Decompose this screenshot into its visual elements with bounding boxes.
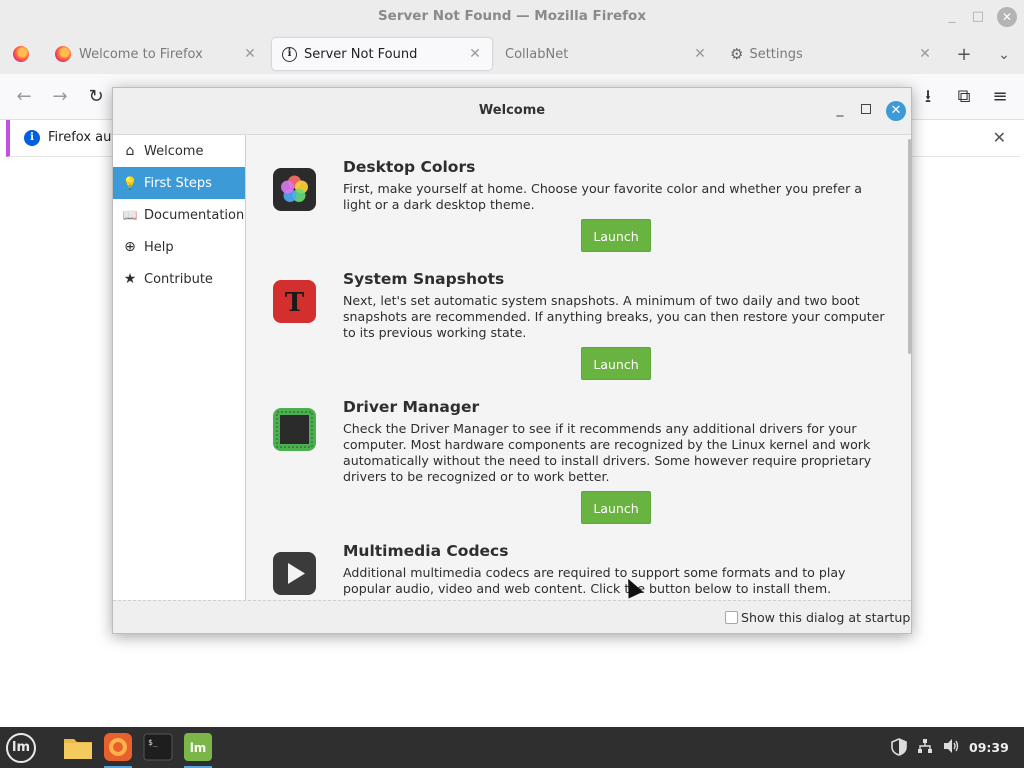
content-scrollbar[interactable] <box>908 139 911 354</box>
tab-close-icon[interactable]: ✕ <box>918 46 932 62</box>
sidebar-item-label: Welcome <box>144 143 204 159</box>
sidebar-item-label: First Steps <box>144 175 212 191</box>
section-system-snapshots: T System Snapshots Next, let's set autom… <box>247 263 897 393</box>
files-launcher[interactable] <box>60 730 96 765</box>
tab-label: Server Not Found <box>304 46 418 62</box>
sidebar-item-help[interactable]: ⊕ Help <box>113 231 245 263</box>
sidebar-item-welcome[interactable]: ⌂ Welcome <box>113 135 245 167</box>
section-multimedia-codecs: Multimedia Codecs Additional multimedia … <box>247 535 897 600</box>
timeshift-icon: T <box>273 280 316 323</box>
book-icon: 📖 <box>122 208 138 222</box>
extensions-button[interactable]: ⧉ <box>952 85 976 109</box>
firefox-icon <box>104 733 132 761</box>
dialog-close-button[interactable]: ✕ <box>886 101 906 121</box>
dialog-minimize-button[interactable]: _ <box>833 101 847 121</box>
back-button[interactable]: ← <box>12 85 36 109</box>
terminal-launcher[interactable]: $_ <box>140 730 176 765</box>
dialog-maximize-button[interactable] <box>861 104 871 114</box>
tab-label: Welcome to Firefox <box>79 46 203 62</box>
tab-welcome-to-firefox[interactable]: Welcome to Firefox ✕ <box>45 38 267 70</box>
taskbar: lm $_ lm 09:39 <box>0 727 1024 768</box>
star-icon: ★ <box>123 271 137 287</box>
tab-strip: Welcome to Firefox ✕ i Server Not Found … <box>0 34 1024 74</box>
firefox-icon <box>55 46 71 62</box>
driver-manager-icon <box>273 408 316 451</box>
info-icon: i <box>24 130 40 146</box>
welcome-dialog: Welcome _ ✕ ⌂ Welcome 💡 First Steps 📖 Do… <box>112 87 912 634</box>
mint-menu-button[interactable]: lm <box>6 733 36 763</box>
downloads-button[interactable]: ⭳ <box>916 85 940 109</box>
lifebuoy-icon: ⊕ <box>124 239 136 255</box>
svg-text:T: T <box>285 288 305 318</box>
home-icon: ⌂ <box>125 143 135 159</box>
mint-welcome-icon: lm <box>184 733 212 761</box>
section-description: Additional multimedia codecs are require… <box>343 565 846 596</box>
show-at-startup-checkbox[interactable] <box>725 611 738 624</box>
gear-icon: ⚙ <box>730 45 744 63</box>
new-tab-button[interactable]: + <box>952 43 976 67</box>
welcome-launcher[interactable]: lm <box>180 730 216 768</box>
reload-button[interactable]: ↻ <box>84 85 108 109</box>
sidebar-item-first-steps[interactable]: 💡 First Steps <box>113 167 245 199</box>
volume-icon[interactable] <box>943 738 961 758</box>
section-driver-manager: Driver Manager Check the Driver Manager … <box>247 391 897 537</box>
firefox-titlebar: Server Not Found — Mozilla Firefox _ □ ✕ <box>0 0 1024 34</box>
desktop-colors-launch-button[interactable]: Launch <box>581 219 651 252</box>
dialog-title: Welcome <box>478 103 546 118</box>
driver-manager-launch-button[interactable]: Launch <box>581 491 651 524</box>
section-desktop-colors: Desktop Colors First, make yourself at h… <box>247 135 897 265</box>
section-description: Next, let's set automatic system snapsho… <box>343 293 885 340</box>
list-all-tabs-button[interactable]: ⌄ <box>992 43 1016 67</box>
tab-label: CollabNet <box>505 46 569 62</box>
clock[interactable]: 09:39 <box>969 740 1009 755</box>
notification-close-button[interactable]: ✕ <box>993 128 1006 147</box>
sidebar-item-label: Contribute <box>144 271 213 287</box>
tab-close-icon[interactable]: ✕ <box>468 46 482 62</box>
section-description: First, make yourself at home. Choose you… <box>343 181 862 212</box>
play-icon <box>273 552 316 595</box>
sidebar-item-contribute[interactable]: ★ Contribute <box>113 263 245 295</box>
firefox-launcher[interactable] <box>100 730 136 768</box>
show-at-startup-label[interactable]: Show this dialog at startup <box>741 610 910 625</box>
section-title: System Snapshots <box>343 270 505 288</box>
window-minimize-button[interactable]: _ <box>942 7 962 27</box>
tab-server-not-found[interactable]: i Server Not Found ✕ <box>272 38 492 70</box>
dialog-sidebar: ⌂ Welcome 💡 First Steps 📖 Documentation … <box>113 134 246 600</box>
system-snapshots-launch-button[interactable]: Launch <box>581 347 651 380</box>
svg-text:lm: lm <box>190 741 207 755</box>
tab-settings[interactable]: ⚙ Settings ✕ <box>720 38 942 70</box>
app-menu-button[interactable]: ≡ <box>988 85 1012 109</box>
section-title: Driver Manager <box>343 398 480 416</box>
section-description: Check the Driver Manager to see if it re… <box>343 421 872 484</box>
section-title: Desktop Colors <box>343 158 476 176</box>
svg-text:$_: $_ <box>148 738 158 747</box>
sidebar-item-documentation[interactable]: 📖 Documentation <box>113 199 245 231</box>
section-title: Multimedia Codecs <box>343 542 509 560</box>
window-close-button[interactable]: ✕ <box>997 7 1017 27</box>
lightbulb-icon: 💡 <box>122 176 138 190</box>
window-maximize-button[interactable]: □ <box>968 7 988 27</box>
first-steps-content: Desktop Colors First, make yourself at h… <box>247 134 911 600</box>
tab-label: Settings <box>749 46 803 62</box>
forward-button[interactable]: → <box>48 85 72 109</box>
info-icon: i <box>282 46 297 62</box>
terminal-icon: $_ <box>143 733 173 761</box>
firefox-icon <box>13 46 29 62</box>
window-title: Server Not Found — Mozilla Firefox <box>377 8 647 24</box>
tab-collabnet[interactable]: CollabNet ✕ <box>495 38 717 70</box>
folder-icon <box>64 739 92 759</box>
tab-close-icon[interactable]: ✕ <box>243 46 257 62</box>
tab-close-icon[interactable]: ✕ <box>693 46 707 62</box>
dialog-header: Welcome _ ✕ <box>113 88 911 134</box>
network-icon[interactable] <box>917 738 933 758</box>
firefox-view-button[interactable] <box>4 38 40 70</box>
sidebar-item-label: Help <box>144 239 174 255</box>
dialog-footer: Show this dialog at startup <box>113 600 911 633</box>
update-manager-shield-icon[interactable] <box>891 738 907 760</box>
desktop-colors-icon <box>273 168 316 211</box>
sidebar-item-label: Documentation <box>144 207 245 223</box>
